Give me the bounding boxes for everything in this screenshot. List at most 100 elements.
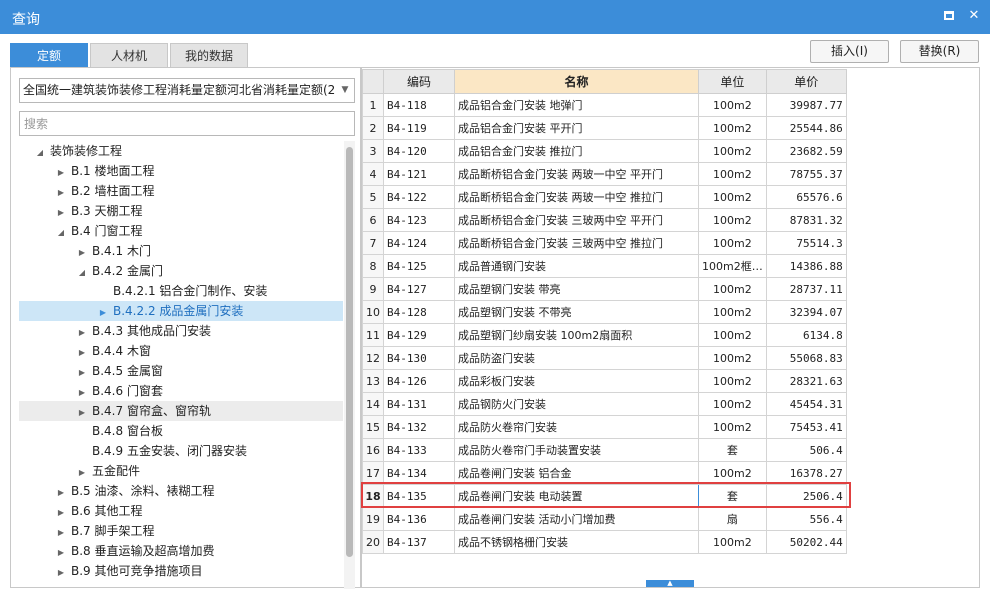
cell-name[interactable]: 成品钢防火门安装 xyxy=(454,392,699,416)
table-row[interactable]: 20 B4-137 成品不锈钢格栅门安装 100m2 50202.44 xyxy=(362,530,847,554)
header-code[interactable]: 编码 xyxy=(383,69,455,94)
cell-name[interactable]: 成品防火卷帘门安装 xyxy=(454,415,699,439)
cell-code[interactable]: B4-128 xyxy=(383,300,455,324)
tab-quota[interactable]: 定额 xyxy=(10,43,88,67)
table-row[interactable]: 15 B4-132 成品防火卷帘门安装 100m2 75453.41 xyxy=(362,415,847,439)
cell-price[interactable]: 28321.63 xyxy=(765,369,847,393)
row-index[interactable]: 10 xyxy=(362,300,384,324)
cell-unit[interactable]: 100m2 xyxy=(698,392,767,416)
cell-name[interactable]: 成品卷闸门安装 铝合金 xyxy=(454,461,699,485)
tree-item[interactable]: ◢ B.4 门窗工程 xyxy=(19,221,343,241)
cell-name[interactable]: 成品普通钢门安装 xyxy=(454,254,699,278)
cell-unit[interactable]: 100m2 xyxy=(698,300,767,324)
row-index[interactable]: 1 xyxy=(362,93,384,117)
row-index[interactable]: 2 xyxy=(362,116,384,140)
cell-code[interactable]: B4-137 xyxy=(383,530,455,554)
row-index[interactable]: 15 xyxy=(362,415,384,439)
cell-code[interactable]: B4-132 xyxy=(383,415,455,439)
row-index[interactable]: 17 xyxy=(362,461,384,485)
cell-unit[interactable]: 100m2 xyxy=(698,461,767,485)
row-index[interactable]: 6 xyxy=(362,208,384,232)
cell-price[interactable]: 75514.3 xyxy=(765,231,847,255)
table-row[interactable]: 16 B4-133 成品防火卷帘门手动装置安装套 506.4 xyxy=(362,438,847,462)
table-row[interactable]: 3 B4-120 成品铝合金门安装 推拉门 100m2 23682.59 xyxy=(362,139,847,163)
cell-price[interactable]: 39987.77 xyxy=(765,93,847,117)
tree-scrollbar-thumb[interactable] xyxy=(346,147,353,557)
cell-code[interactable]: B4-124 xyxy=(383,231,455,255)
cell-price[interactable]: 28737.11 xyxy=(765,277,847,301)
cell-unit[interactable]: 100m2 xyxy=(698,208,767,232)
cell-name[interactable]: 成品铝合金门安装 地弹门 xyxy=(454,93,699,117)
row-index[interactable]: 4 xyxy=(362,162,384,186)
cell-name[interactable]: 成品断桥铝合金门安装 两玻一中空 平开门 xyxy=(454,162,699,186)
row-index[interactable]: 14 xyxy=(362,392,384,416)
expanded-arrow-icon[interactable]: ◢ xyxy=(54,223,68,243)
table-row[interactable]: 2 B4-119 成品铝合金门安装 平开门 100m2 25544.86 xyxy=(362,116,847,140)
collapsed-arrow-icon[interactable]: ▶ xyxy=(54,203,68,223)
tree-item[interactable]: ▶ B.4.6 门窗套 xyxy=(19,381,343,401)
tree-item[interactable]: ▶ 五金配件 xyxy=(19,461,343,481)
tab-labor-material-machine[interactable]: 人材机 xyxy=(90,43,168,67)
splitter-handle[interactable]: ▲ xyxy=(646,580,694,587)
table-row[interactable]: 7 B4-124 成品断桥铝合金门安装 三玻两中空 推拉门 100m2 75514.3 xyxy=(362,231,847,255)
cell-code[interactable]: B4-134 xyxy=(383,461,455,485)
collapsed-arrow-icon[interactable]: ▶ xyxy=(75,243,89,263)
expanded-arrow-icon[interactable]: ◢ xyxy=(75,263,89,283)
table-row[interactable]: 17 B4-134 成品卷闸门安装 铝合金 100m2 16378.27 xyxy=(362,461,847,485)
table-row[interactable]: 10 B4-128 成品塑钢门安装 不带亮 100m2 32394.07 xyxy=(362,300,847,324)
cell-code[interactable]: B4-136 xyxy=(383,507,455,531)
maximize-button[interactable] xyxy=(941,8,957,24)
cell-price[interactable]: 25544.86 xyxy=(765,116,847,140)
collapsed-arrow-icon[interactable]: ▶ xyxy=(54,183,68,203)
collapsed-arrow-icon[interactable]: ▶ xyxy=(54,483,68,503)
header-unit[interactable]: 单位 xyxy=(698,69,767,94)
row-index[interactable]: 20 xyxy=(362,530,384,554)
cell-code[interactable]: B4-127 xyxy=(383,277,455,301)
collapsed-arrow-icon[interactable]: ▶ xyxy=(54,523,68,543)
tree-item[interactable]: ◢ 装饰装修工程 xyxy=(19,141,343,161)
search-input[interactable] xyxy=(19,111,355,136)
cell-code[interactable]: B4-125 xyxy=(383,254,455,278)
table-row[interactable]: 12 B4-130 成品防盗门安装 100m2 55068.83 xyxy=(362,346,847,370)
row-index[interactable]: 13 xyxy=(362,369,384,393)
table-row[interactable]: 19 B4-136 成品卷闸门安装 活动小门增加费扇 556.4 xyxy=(362,507,847,531)
cell-unit[interactable]: 100m2 xyxy=(698,116,767,140)
cell-price[interactable]: 2506.4 xyxy=(765,484,847,508)
cell-price[interactable]: 65576.6 xyxy=(765,185,847,209)
collapsed-arrow-icon[interactable]: ▶ xyxy=(75,343,89,363)
collapsed-arrow-icon[interactable]: ▶ xyxy=(75,323,89,343)
row-index[interactable]: 3 xyxy=(362,139,384,163)
cell-name[interactable]: 成品铝合金门安装 推拉门 xyxy=(454,139,699,163)
cell-name[interactable]: 成品断桥铝合金门安装 两玻一中空 推拉门 xyxy=(454,185,699,209)
cell-name[interactable]: 成品塑钢门纱扇安装 100m2扇面积 xyxy=(454,323,699,347)
tree-item[interactable]: ◢ B.4.2 金属门 xyxy=(19,261,343,281)
cell-price[interactable]: 87831.32 xyxy=(765,208,847,232)
cell-code[interactable]: B4-122 xyxy=(383,185,455,209)
table-row[interactable]: 6 B4-123 成品断桥铝合金门安装 三玻两中空 平开门 100m2 87831.32 xyxy=(362,208,847,232)
tree-item[interactable]: ▶ B.5 油漆、涂料、裱糊工程 xyxy=(19,481,343,501)
tree-item[interactable]: ▶ B.9 其他可竞争措施项目 xyxy=(19,561,343,581)
table-row[interactable]: 18 B4-135 成品卷闸门安装 电动装置套 2506.4 xyxy=(362,484,847,508)
table-row[interactable]: 1 B4-118 成品铝合金门安装 地弹门 100m2 39987.77 xyxy=(362,93,847,117)
header-name[interactable]: 名称 xyxy=(454,69,699,94)
collapsed-arrow-icon[interactable]: ▶ xyxy=(75,383,89,403)
tree-scrollbar[interactable] xyxy=(344,141,355,589)
cell-code[interactable]: B4-131 xyxy=(383,392,455,416)
table-row[interactable]: 13 B4-126 成品彩板门安装 100m2 28321.63 xyxy=(362,369,847,393)
expanded-arrow-icon[interactable]: ◢ xyxy=(33,143,47,163)
replace-button[interactable]: 替换(R) xyxy=(900,40,979,63)
row-index[interactable]: 19 xyxy=(362,507,384,531)
table-row[interactable]: 11 B4-129 成品塑钢门纱扇安装 100m2扇面积 100m2 6134.8 xyxy=(362,323,847,347)
tree-item[interactable]: ▶ B.3 天棚工程 xyxy=(19,201,343,221)
cell-name[interactable]: 成品断桥铝合金门安装 三玻两中空 平开门 xyxy=(454,208,699,232)
cell-unit[interactable]: 100m2 xyxy=(698,277,767,301)
cell-price[interactable]: 75453.41 xyxy=(765,415,847,439)
tree-item[interactable]: ▶ B.4.1 木门 xyxy=(19,241,343,261)
row-index[interactable]: 8 xyxy=(362,254,384,278)
table-row[interactable]: 14 B4-131 成品钢防火门安装 100m2 45454.31 xyxy=(362,392,847,416)
table-row[interactable]: 4 B4-121 成品断桥铝合金门安装 两玻一中空 平开门 100m2 78755.37 xyxy=(362,162,847,186)
insert-button[interactable]: 插入(I) xyxy=(810,40,889,63)
cell-unit[interactable]: 100m2 xyxy=(698,346,767,370)
table-row[interactable]: 5 B4-122 成品断桥铝合金门安装 两玻一中空 推拉门 100m2 65576.6 xyxy=(362,185,847,209)
cell-code[interactable]: B4-129 xyxy=(383,323,455,347)
